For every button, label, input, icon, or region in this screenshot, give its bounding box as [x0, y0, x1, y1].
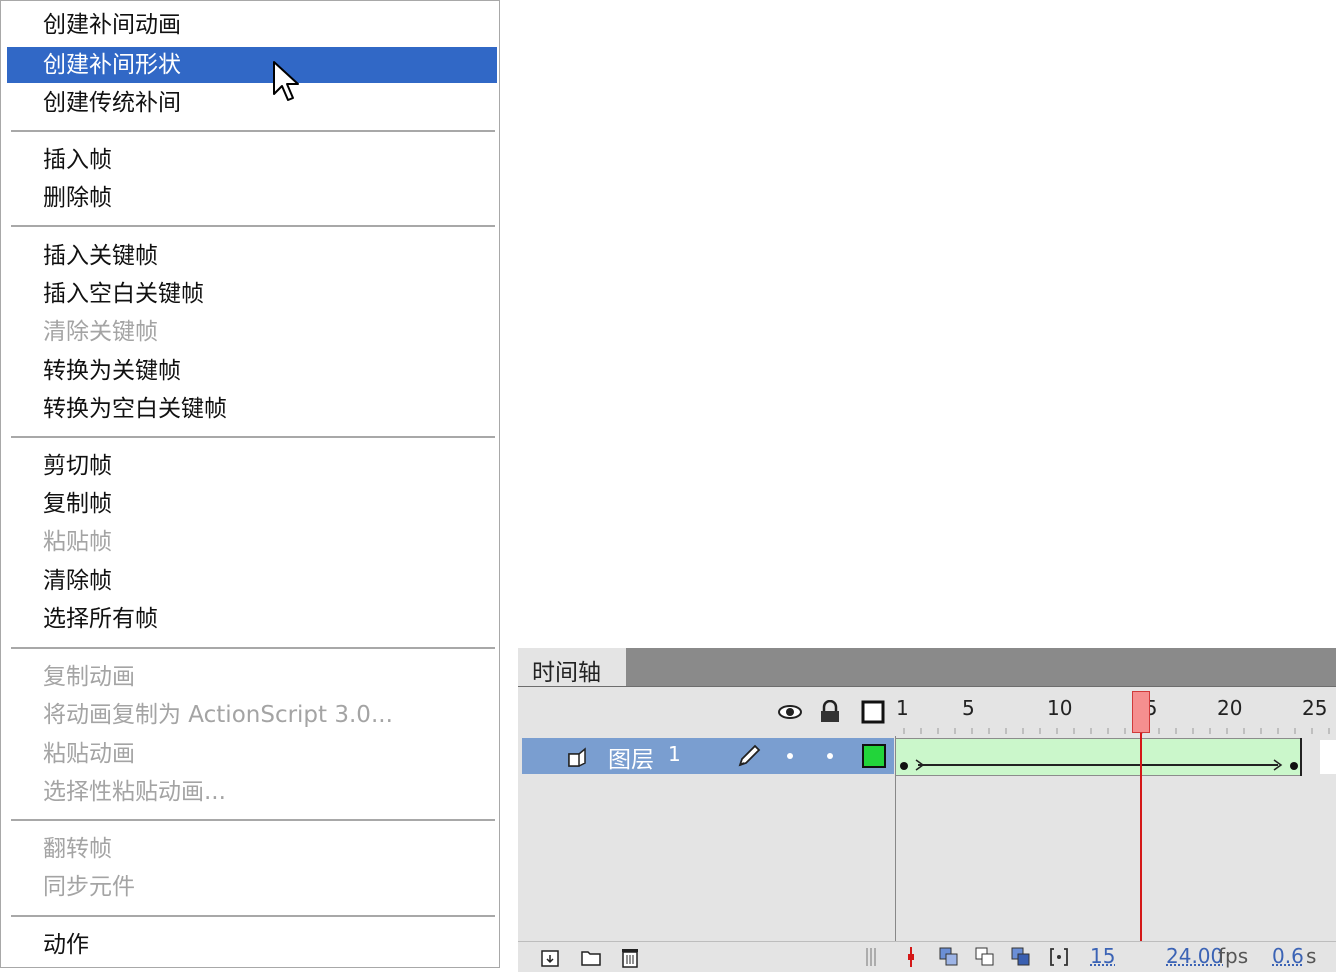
resize-grip-icon[interactable]: [864, 946, 878, 968]
menu-item-label: 清除关键帧: [43, 319, 158, 345]
menu-item-label: 粘贴动画: [43, 741, 135, 767]
layer-number: 1: [668, 742, 681, 766]
menu-item-label: 动作: [43, 932, 89, 958]
tab-timeline-label: 时间轴: [532, 660, 601, 686]
menu-item-label: 同步元件: [43, 874, 135, 900]
menu-item-synchronize-symbols: 同步元件: [7, 869, 497, 905]
playhead[interactable]: [1132, 691, 1150, 733]
menu-item-label: 删除帧: [43, 185, 112, 211]
menu-item-copy-frames[interactable]: 复制帧: [7, 486, 497, 522]
menu-item-create-classic-tween[interactable]: 创建传统补间: [7, 85, 497, 121]
tab-timeline[interactable]: 时间轴: [518, 648, 626, 686]
layer-visibility-dot[interactable]: [787, 753, 793, 759]
menu-item-paste-motion: 粘贴动画: [7, 736, 497, 772]
menu-item-label: 选择性粘贴动画...: [43, 779, 226, 805]
empty-frame-cell[interactable]: [1320, 740, 1336, 774]
menu-item-label: 清除帧: [43, 568, 112, 594]
menu-item-insert-blank-keyframe[interactable]: 插入空白关键帧: [7, 276, 497, 312]
elapsed-time-unit: s: [1306, 944, 1317, 968]
outline-icon[interactable]: [861, 700, 885, 724]
new-layer-icon[interactable]: [540, 946, 562, 968]
menu-item-convert-to-keyframe[interactable]: 转换为关键帧: [7, 353, 497, 389]
menu-separator: [11, 647, 495, 649]
modify-onion-markers-icon[interactable]: [1048, 946, 1070, 968]
menu-separator: [11, 436, 495, 438]
menu-item-clear-frames[interactable]: 清除帧: [7, 563, 497, 599]
current-frame-value[interactable]: 15: [1090, 944, 1115, 968]
menu-item-actions[interactable]: 动作: [7, 927, 497, 963]
menu-item-label: 插入空白关键帧: [43, 281, 204, 307]
pencil-icon: [738, 744, 761, 767]
menu-item-convert-to-blank-keyframe[interactable]: 转换为空白关键帧: [7, 391, 497, 427]
menu-item-label: 翻转帧: [43, 836, 112, 862]
onion-skin-outlines-icon[interactable]: [974, 946, 996, 968]
menu-item-reverse-frames: 翻转帧: [7, 831, 497, 867]
menu-item-label: 复制帧: [43, 491, 112, 517]
menu-item-paste-frames: 粘贴帧: [7, 524, 497, 560]
ruler-label-5: 5: [962, 696, 975, 720]
menu-item-create-shape-tween[interactable]: 创建补间形状: [7, 47, 497, 83]
timeline-tab-bar: 时间轴: [518, 648, 1336, 687]
menu-separator: [11, 225, 495, 227]
menu-item-label: 创建补间动画: [43, 12, 181, 38]
fps-value[interactable]: 24.00: [1166, 944, 1223, 968]
menu-item-label: 插入帧: [43, 147, 112, 173]
menu-item-label: 选择所有帧: [43, 606, 158, 632]
menu-item-create-motion-tween[interactable]: 创建补间动画: [7, 7, 497, 43]
shape-tween-span[interactable]: [896, 738, 1300, 776]
ruler-label-1: 1: [896, 696, 909, 720]
menu-item-label: 剪切帧: [43, 453, 112, 479]
eye-icon[interactable]: [778, 700, 802, 724]
menu-item-cut-frames[interactable]: 剪切帧: [7, 448, 497, 484]
start-keyframe[interactable]: [900, 762, 908, 770]
center-frame-icon[interactable]: [904, 946, 918, 968]
menu-item-insert-keyframe[interactable]: 插入关键帧: [7, 238, 497, 274]
menu-item-copy-motion: 复制动画: [7, 659, 497, 695]
mouse-pointer-icon: [273, 61, 299, 101]
menu-item-label: 创建传统补间: [43, 90, 181, 116]
ruler-label-20: 20: [1217, 696, 1243, 720]
menu-item-label: 转换为空白关键帧: [43, 396, 227, 422]
fps-unit: fps: [1218, 944, 1249, 968]
menu-item-label: 粘贴帧: [43, 529, 112, 555]
tween-arrow-line: [918, 764, 1278, 766]
tween-arrow-head: [1273, 759, 1283, 771]
frame-ruler-ticks: [903, 728, 1330, 734]
menu-item-label: 转换为关键帧: [43, 358, 181, 384]
layer-icon: [568, 747, 586, 767]
playhead-line: [1140, 733, 1142, 943]
ruler-label-10: 10: [1047, 696, 1073, 720]
edit-multiple-frames-icon[interactable]: [1010, 946, 1032, 968]
layer-name: 图层: [608, 747, 654, 773]
context-menu: 创建补间动画 创建补间形状 创建传统补间 插入帧 删除帧 插入关键帧 插入空白关…: [0, 0, 500, 968]
menu-item-label: 复制动画: [43, 664, 135, 690]
timeline-panel: 时间轴 1 5 10 15 20 25 图层 1: [518, 648, 1336, 972]
elapsed-time-value[interactable]: 0.6: [1272, 944, 1304, 968]
menu-item-paste-motion-special: 选择性粘贴动画...: [7, 774, 497, 810]
menu-item-select-all-frames[interactable]: 选择所有帧: [7, 601, 497, 637]
menu-item-insert-frame[interactable]: 插入帧: [7, 142, 497, 178]
end-keyframe[interactable]: [1290, 762, 1298, 770]
new-folder-icon[interactable]: [580, 946, 602, 968]
layer-lock-dot[interactable]: [827, 753, 833, 759]
timeline-bottom-toolbar: 15 24.00 fps 0.6 s: [518, 941, 1336, 972]
tween-arrow-start: [915, 759, 925, 771]
onion-skin-icon[interactable]: [938, 946, 960, 968]
lock-icon[interactable]: [818, 700, 842, 724]
ruler-label-25: 25: [1302, 696, 1328, 720]
menu-item-clear-keyframe: 清除关键帧: [7, 314, 497, 350]
menu-item-label: 创建补间形状: [43, 52, 181, 78]
layer-outline-color-swatch[interactable]: [862, 744, 886, 768]
layer-row[interactable]: 图层 1: [522, 738, 894, 774]
menu-separator: [11, 130, 495, 132]
menu-separator: [11, 819, 495, 821]
menu-item-copy-motion-as-as3: 将动画复制为 ActionScript 3.0...: [7, 697, 497, 733]
menu-separator: [11, 915, 495, 917]
menu-item-delete-frame[interactable]: 删除帧: [7, 180, 497, 216]
trash-icon[interactable]: [619, 946, 641, 968]
menu-item-label: 将动画复制为 ActionScript 3.0...: [43, 702, 393, 728]
menu-item-label: 插入关键帧: [43, 243, 158, 269]
tween-end-frame-border: [1300, 738, 1302, 776]
